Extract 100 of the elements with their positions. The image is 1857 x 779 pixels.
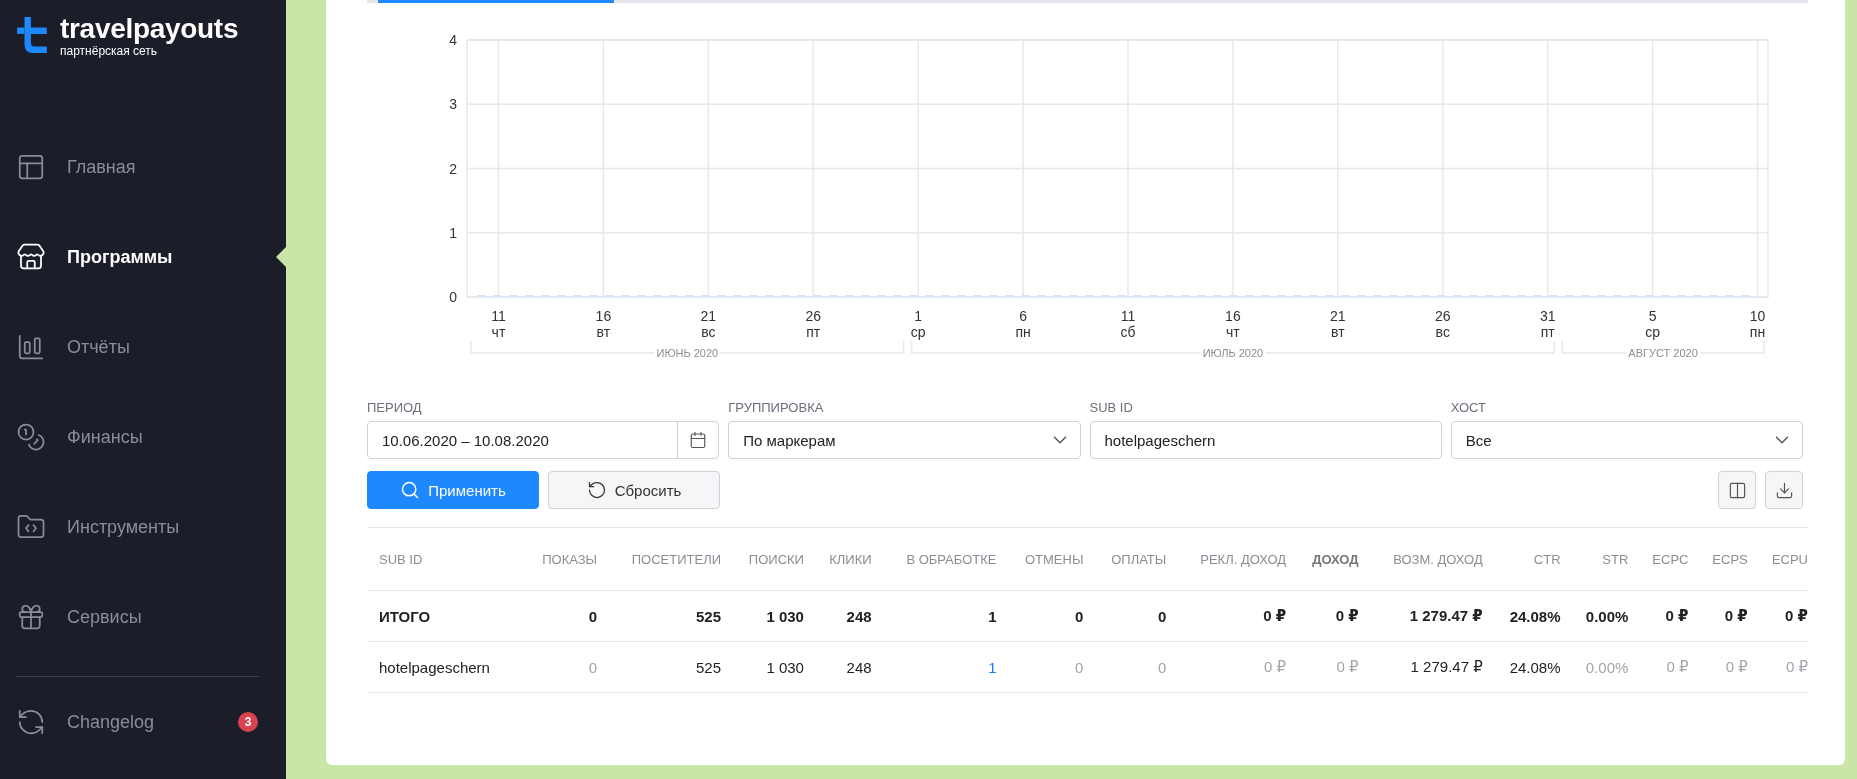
column-header: ВОЗМ. ДОХОД xyxy=(1358,527,1483,591)
column-header: ECPC xyxy=(1628,527,1689,591)
x-tick-label: 26 пт xyxy=(805,308,821,340)
date-field[interactable]: 10.06.2020 – 10.08.2020 xyxy=(367,421,720,459)
y-tick-label: 1 xyxy=(449,224,457,241)
nav-item[interactable]: Главная xyxy=(0,122,286,212)
field-label: ХОСТ xyxy=(1450,400,1487,415)
table-cell: hotelpageschern xyxy=(367,641,515,693)
nav-item[interactable]: Changelog 3 xyxy=(0,677,286,767)
search-icon xyxy=(400,480,421,500)
table-cell: 0 xyxy=(1083,641,1167,693)
table-cell: 0 xyxy=(996,590,1084,642)
y-tick-label: 4 xyxy=(449,32,457,48)
nav-item[interactable]: Финансы xyxy=(0,392,286,482)
column-header: КЛИКИ xyxy=(803,527,872,591)
column-header: ПОСЕТИТЕЛИ xyxy=(597,527,722,591)
table-cell: 248 xyxy=(803,641,872,693)
x-tick-label: 6 пн xyxy=(1015,308,1031,340)
nav-item[interactable]: Отчёты xyxy=(0,302,286,392)
bar-chart-icon xyxy=(16,332,46,362)
count-badge: 3 xyxy=(238,712,258,732)
table-cell: 1 279.47 ₽ xyxy=(1358,590,1483,642)
nav-label: Отчёты xyxy=(67,336,130,358)
column-header: ДОХОД xyxy=(1286,527,1359,591)
table-cell: 1 030 xyxy=(721,641,804,693)
coins-icon xyxy=(16,422,46,452)
logo-tagline: партнёрская сеть xyxy=(60,44,159,59)
x-tick-label: 11 сб xyxy=(1120,308,1136,340)
x-tick-label: 1 ср xyxy=(910,308,926,340)
column-header: CTR xyxy=(1482,527,1561,591)
column-header: ПОИСКИ xyxy=(721,527,804,591)
table-cell: 0.00% xyxy=(1560,641,1629,693)
column-header: РЕКЛ. ДОХОД xyxy=(1166,527,1287,591)
field-label: ПЕРИОД xyxy=(367,400,423,415)
apply-button[interactable]: Применить xyxy=(367,471,539,509)
table-cell: 24.08% xyxy=(1482,641,1561,693)
table-cell: 24.08% xyxy=(1482,590,1561,642)
logo-name: travelpayouts xyxy=(60,14,239,44)
table-cell: 1 xyxy=(871,590,997,642)
refresh-icon xyxy=(16,707,46,737)
column-header: ECPU xyxy=(1747,527,1808,591)
column-header: STR xyxy=(1560,527,1629,591)
layout-icon xyxy=(16,152,46,182)
gift-icon xyxy=(16,602,46,632)
column-header: ОТМЕНЫ xyxy=(996,527,1084,591)
table-cell: 0 ₽ xyxy=(1747,641,1808,693)
y-tick-label: 0 xyxy=(449,289,457,305)
month-label: АВГУСТ 2020 xyxy=(1628,347,1698,359)
nav-item[interactable]: Программы xyxy=(0,212,286,302)
x-tick-label: 16 чт xyxy=(1225,308,1241,340)
x-tick-label: 31 пт xyxy=(1539,308,1556,340)
table-cell: 0 xyxy=(1083,590,1167,642)
column-header: SUB ID xyxy=(367,527,515,591)
table-cell: 525 xyxy=(597,590,722,642)
select-field[interactable]: По маркерам xyxy=(728,421,1081,459)
column-header: ОПЛАТЫ xyxy=(1083,527,1167,591)
table-cell: 0 xyxy=(514,641,598,693)
table-cell: 248 xyxy=(803,590,872,642)
calendar-icon xyxy=(689,431,708,449)
x-tick-label: 21 вс xyxy=(700,308,717,340)
field-label: SUB ID xyxy=(1089,400,1134,415)
table-cell: 0 xyxy=(514,590,598,642)
x-tick-label: 21 вт xyxy=(1330,308,1346,340)
column-header: В ОБРАБОТКЕ xyxy=(871,527,997,591)
table-cell: 1 279.47 ₽ xyxy=(1358,641,1483,693)
nav-label: Главная xyxy=(67,156,136,178)
x-tick-label: 26 вс xyxy=(1434,308,1451,340)
table-cell: ИТОГО xyxy=(367,590,515,642)
table-cell: 0 ₽ xyxy=(1747,590,1808,642)
nav-label: Инструменты xyxy=(67,516,180,538)
column-header: ПОКАЗЫ xyxy=(514,527,598,591)
x-tick-label: 10 пн xyxy=(1749,308,1766,340)
field-label: ГРУППИРОВКА xyxy=(728,400,825,415)
y-tick-label: 2 xyxy=(449,160,457,177)
nav-label: Программы xyxy=(67,246,173,268)
table-link[interactable]: 1 xyxy=(871,641,997,693)
month-label: ИЮНЬ 2020 xyxy=(656,347,719,359)
nav-label: Changelog xyxy=(67,711,155,733)
columns-button[interactable] xyxy=(1718,471,1756,509)
columns-icon xyxy=(1727,480,1747,500)
download-icon xyxy=(1774,480,1794,500)
x-tick-label: 16 вт xyxy=(595,308,612,340)
download-button[interactable] xyxy=(1765,471,1803,509)
x-tick-label: 5 ср xyxy=(1645,308,1660,340)
table-cell: 0 ₽ xyxy=(1166,590,1287,642)
nav-item[interactable]: Сервисы xyxy=(0,572,286,662)
nav-label: Сервисы xyxy=(67,606,142,628)
table-cell: 525 xyxy=(597,641,722,693)
nav-label: Финансы xyxy=(67,426,143,448)
input-field[interactable]: hotelpageschern xyxy=(1089,421,1442,459)
table-cell: 0 ₽ xyxy=(1628,590,1689,642)
table-cell: 0 ₽ xyxy=(1688,641,1748,693)
table-cell: 0.00% xyxy=(1560,590,1629,642)
select-field[interactable]: Все xyxy=(1450,421,1803,459)
store-icon xyxy=(16,242,46,272)
table-cell: 0 ₽ xyxy=(1688,590,1748,642)
column-header: ECPS xyxy=(1688,527,1748,591)
table-cell: 1 030 xyxy=(721,590,804,642)
reset-button[interactable]: Сбросить xyxy=(548,471,720,509)
nav-item[interactable]: Инструменты xyxy=(0,482,286,572)
